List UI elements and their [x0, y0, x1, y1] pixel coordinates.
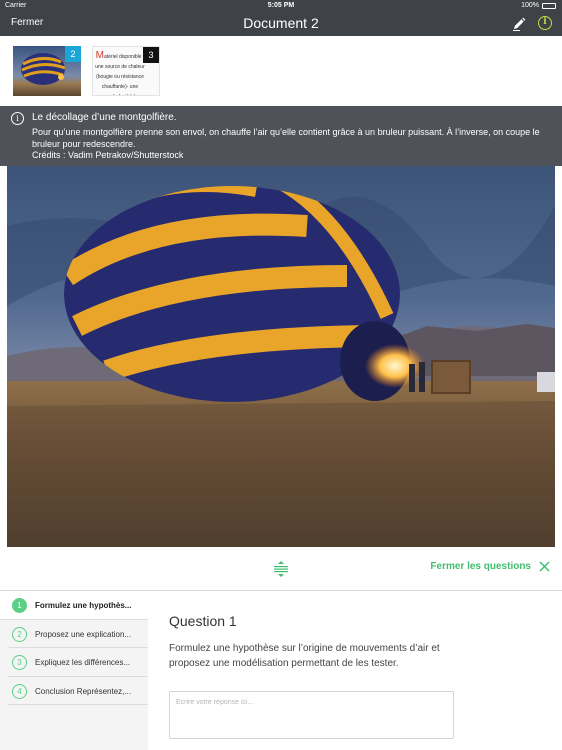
questions-panel: 1 Formulez une hypothès... 2 Proposez un… [0, 590, 562, 750]
thumbnail-badge: 3 [143, 47, 159, 63]
nav-bar: Fermer Document 2 i [0, 12, 562, 36]
app-root: Carrier 5:05 PM 100% Fermer Document 2 i [0, 0, 562, 750]
question-label: Conclusion Représentez,... [35, 686, 132, 696]
hot-air-balloon-image [7, 166, 555, 547]
thumbnail-text-preview: Matériel disponible : une source de chal… [95, 50, 145, 96]
questions-splitter: Fermer les questions [0, 547, 562, 590]
thumbnail-badge: 2 [65, 46, 81, 62]
clock: 5:05 PM [267, 2, 295, 9]
status-bar: Carrier 5:05 PM 100% [0, 0, 562, 12]
battery-indicator: 100% [521, 2, 556, 9]
resize-handle-icon[interactable] [272, 560, 290, 578]
question-detail: Question 1 Formulez une hypothèse sur l’… [148, 591, 562, 750]
thumbnail-text-document[interactable]: Matériel disponible : une source de chal… [92, 46, 160, 96]
question-item-4[interactable]: 4 Conclusion Représentez,... [8, 677, 148, 705]
document-thumbnails: 2 Matériel disponible : une source de ch… [0, 36, 562, 106]
question-item-3[interactable]: 3 Expliquez les différences... [8, 648, 148, 677]
battery-percent: 100% [521, 2, 539, 9]
close-questions-button[interactable]: Fermer les questions [430, 561, 550, 572]
thumbnail-balloon[interactable]: 2 [13, 46, 81, 96]
question-label: Formulez une hypothès... [35, 601, 132, 610]
caption-heading: Le décollage d’une montgolfière. [32, 112, 177, 123]
question-number: 2 [12, 626, 27, 642]
battery-icon [542, 2, 556, 9]
question-number: 3 [12, 655, 27, 670]
question-number: 1 [12, 598, 27, 613]
caption-credits: Crédits : Vadim Petrakov/Shutterstock [32, 150, 184, 160]
image-caption: i Le décollage d’une montgolfière. Pour … [0, 106, 562, 166]
info-icon[interactable]: i [538, 16, 552, 30]
question-item-1[interactable]: 1 Formulez une hypothès... [0, 591, 148, 620]
question-label: Proposez une explication... [35, 629, 132, 639]
close-icon [539, 561, 550, 572]
document-title: Document 2 [243, 15, 319, 31]
question-text: Formulez une hypothèse sur l’origine de … [169, 643, 440, 669]
caption-body: Pour qu’une montgolfière prenne son envo… [32, 127, 540, 149]
question-item-2[interactable]: 2 Proposez une explication... [8, 620, 148, 648]
question-title: Question 1 [169, 613, 237, 629]
hot-air-balloon-photo [7, 166, 555, 547]
answer-input[interactable] [169, 691, 454, 739]
question-label: Expliquez les différences... [35, 658, 131, 667]
questions-list: 1 Formulez une hypothès... 2 Proposez un… [0, 591, 148, 750]
question-number: 4 [12, 683, 27, 699]
close-questions-label: Fermer les questions [430, 561, 531, 572]
pencil-icon[interactable] [510, 15, 528, 33]
info-icon: i [11, 112, 24, 125]
